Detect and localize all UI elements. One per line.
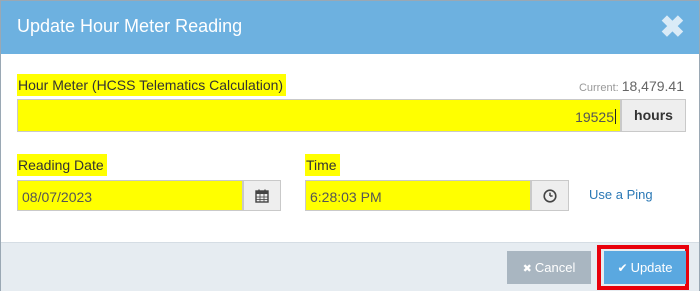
time-input[interactable]: 6:28:03 PM <box>305 180 531 211</box>
hour-meter-input[interactable]: 19525 <box>17 99 621 132</box>
calendar-icon <box>255 189 269 203</box>
cancel-label: Cancel <box>534 260 576 275</box>
check-icon: ✔ <box>617 261 628 275</box>
use-a-ping-link[interactable]: Use a Ping <box>589 187 653 202</box>
clock-button[interactable] <box>531 180 569 211</box>
dialog-header: Update Hour Meter Reading ✖ <box>1 1 699 54</box>
x-icon: ✖ <box>522 263 532 275</box>
reading-date-label: Reading Date <box>17 154 107 176</box>
current-label: Current: <box>578 82 619 94</box>
update-label: Update <box>630 260 673 275</box>
current-reading: Current: 18,479.41 <box>579 78 684 94</box>
hours-unit-addon: hours <box>621 99 686 132</box>
update-hour-meter-dialog: Update Hour Meter Reading ✖ Hour Meter (… <box>0 0 700 291</box>
clock-icon <box>543 189 557 203</box>
hour-meter-label: Hour Meter (HCSS Telematics Calculation) <box>17 74 287 96</box>
current-value: 18,479.41 <box>621 78 684 94</box>
reading-date-input[interactable]: 08/07/2023 <box>17 180 243 211</box>
cancel-button[interactable]: ✖ Cancel <box>507 251 591 284</box>
hour-meter-value: 19525 <box>575 109 614 125</box>
time-label: Time <box>305 154 340 176</box>
text-caret <box>615 109 616 124</box>
dialog-title: Update Hour Meter Reading <box>17 16 243 36</box>
dialog-footer <box>1 242 699 291</box>
calendar-button[interactable] <box>243 180 281 211</box>
update-button[interactable]: ✔ Update <box>604 251 686 284</box>
close-icon[interactable]: ✖ <box>660 13 685 43</box>
